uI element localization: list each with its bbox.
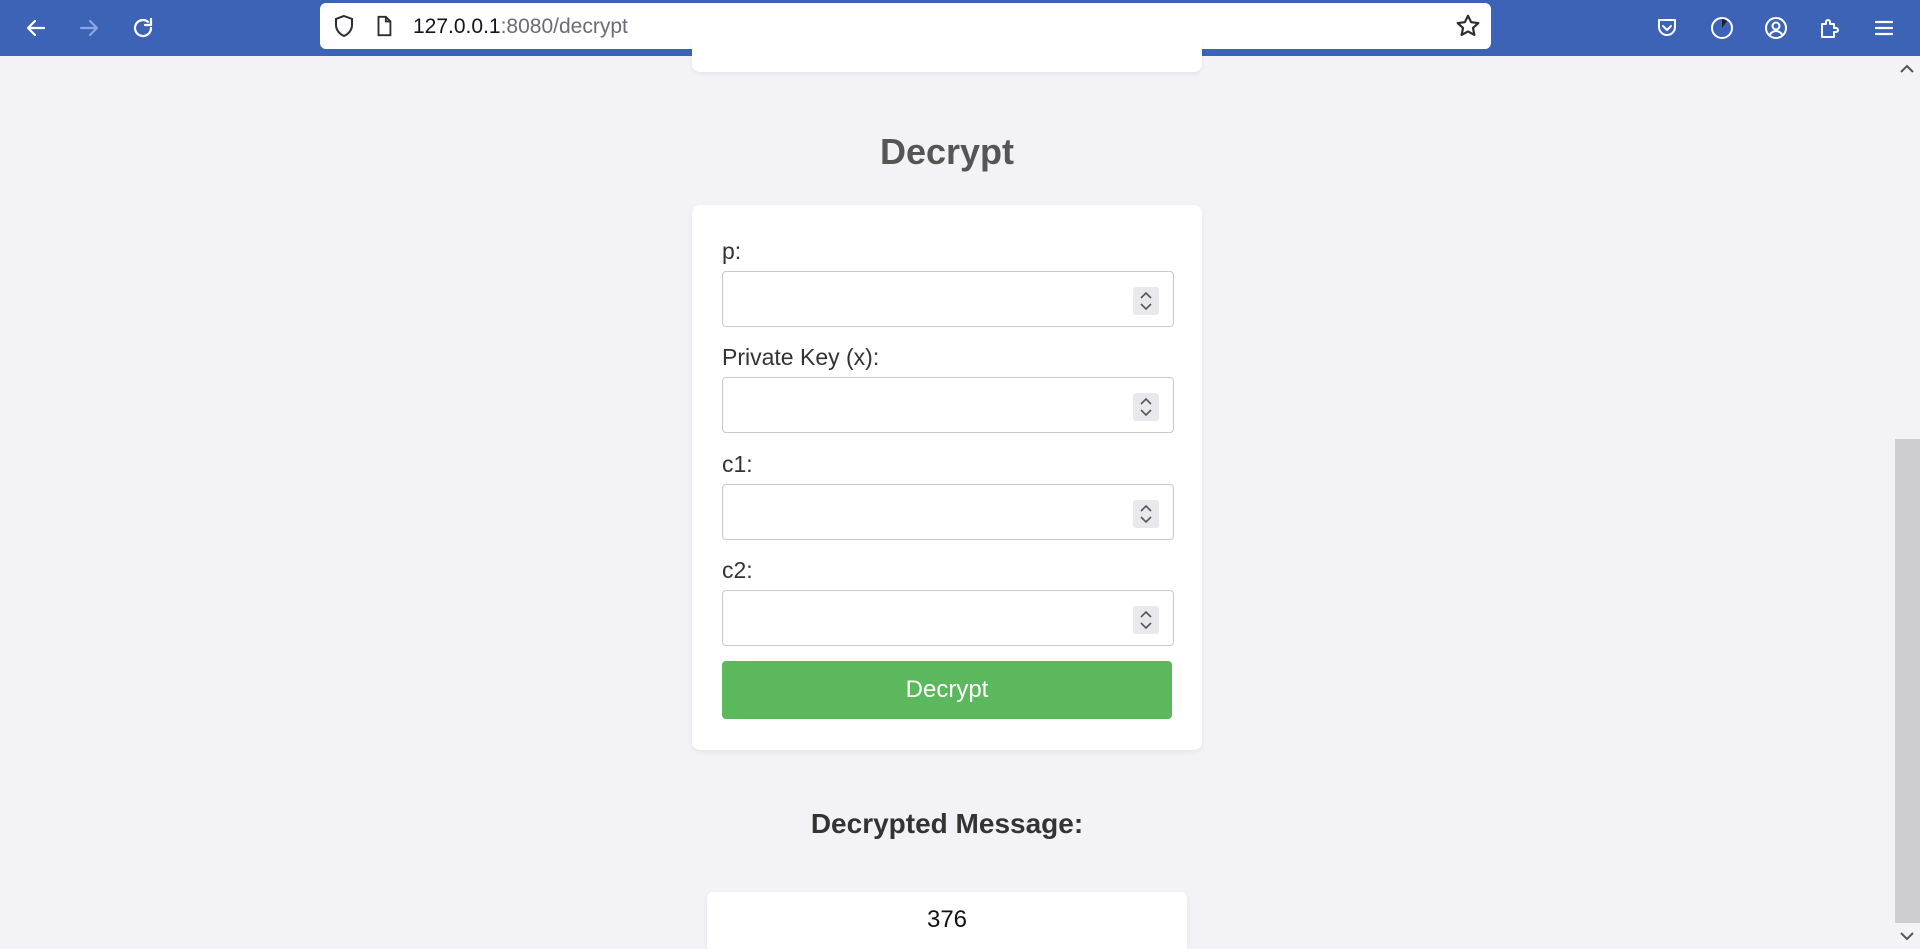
chevron-up-icon[interactable]: [1139, 397, 1153, 407]
page-icon[interactable]: [373, 15, 395, 37]
bookmark-star-icon[interactable]: [1455, 13, 1481, 39]
decrypted-message-output: 376: [707, 892, 1187, 949]
private-key-spinner[interactable]: [1133, 393, 1159, 421]
chevron-down-icon[interactable]: [1139, 620, 1153, 630]
p-input[interactable]: [722, 271, 1174, 327]
decrypt-button[interactable]: Decrypt: [722, 661, 1172, 719]
shield-icon[interactable]: [332, 14, 356, 38]
c2-label: c2:: [722, 557, 753, 583]
p-label: p:: [722, 238, 742, 264]
url-host: 127.0.0.1: [413, 15, 501, 38]
url-text[interactable]: 127.0.0.1:8080/decrypt: [413, 15, 628, 39]
c1-input[interactable]: [722, 484, 1174, 540]
c2-spinner[interactable]: [1133, 606, 1159, 634]
url-path: :8080/decrypt: [500, 15, 628, 38]
c2-input[interactable]: [722, 590, 1174, 646]
scroll-down-icon[interactable]: [1898, 929, 1916, 943]
p-spinner[interactable]: [1133, 287, 1159, 315]
scrollbar-thumb[interactable]: [1895, 439, 1920, 923]
chevron-down-icon[interactable]: [1139, 514, 1153, 524]
menu-icon[interactable]: [1866, 10, 1902, 46]
c1-spinner[interactable]: [1133, 500, 1159, 528]
scroll-up-icon[interactable]: [1898, 62, 1916, 76]
pocket-icon[interactable]: [1649, 10, 1685, 46]
result-heading: Decrypted Message:: [810, 808, 1084, 839]
account-icon[interactable]: [1758, 10, 1794, 46]
extensions-icon[interactable]: [1812, 10, 1848, 46]
previous-section-card: [692, 40, 1202, 72]
back-icon[interactable]: [18, 10, 54, 46]
decrypt-form: p: Private Key (x): c1: c2: Decrypt: [692, 205, 1202, 750]
forward-icon[interactable]: [71, 10, 107, 46]
private-key-input[interactable]: [722, 377, 1174, 433]
timer-icon[interactable]: [1704, 10, 1740, 46]
page-title: Decrypt: [879, 131, 1015, 172]
chevron-up-icon[interactable]: [1139, 291, 1153, 301]
c1-label: c1:: [722, 451, 753, 477]
reload-icon[interactable]: [125, 10, 161, 46]
chevron-down-icon[interactable]: [1139, 407, 1153, 417]
private-key-label: Private Key (x):: [722, 344, 880, 370]
chevron-up-icon[interactable]: [1139, 504, 1153, 514]
chevron-up-icon[interactable]: [1139, 610, 1153, 620]
chevron-down-icon[interactable]: [1139, 301, 1153, 311]
vertical-scrollbar[interactable]: [1895, 56, 1920, 949]
